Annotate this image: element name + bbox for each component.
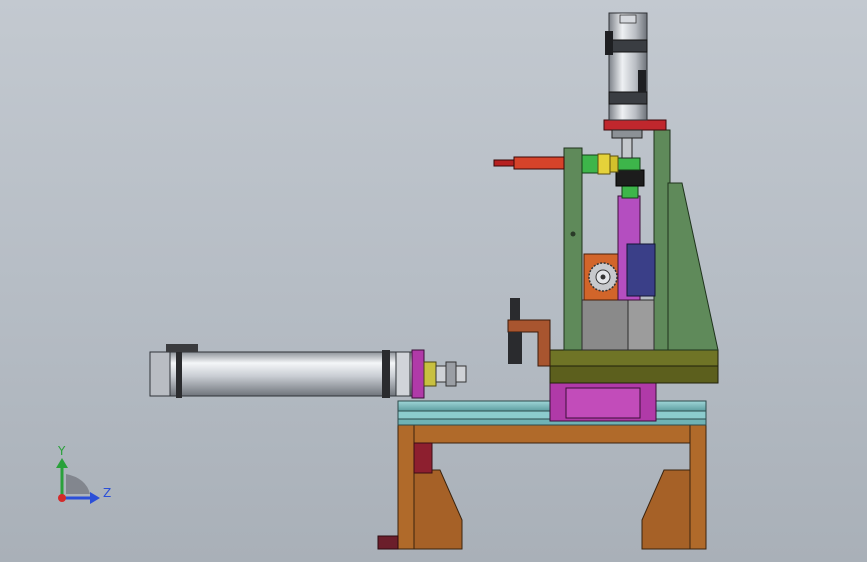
triad-arc bbox=[66, 474, 90, 494]
support-gusset[interactable] bbox=[667, 182, 719, 351]
triad-z-arrow bbox=[90, 492, 100, 504]
cad-viewport[interactable]: Y Z bbox=[0, 0, 867, 562]
shaft-coupling[interactable] bbox=[581, 153, 619, 175]
horizontal-cylinder[interactable] bbox=[149, 344, 467, 399]
connector-stack[interactable] bbox=[615, 157, 645, 199]
gear-drive[interactable] bbox=[583, 253, 621, 301]
triad-z-label: Z bbox=[103, 486, 111, 500]
triad-y-label: Y bbox=[57, 444, 66, 458]
base-plate[interactable] bbox=[549, 349, 719, 384]
top-servo-motor[interactable] bbox=[605, 12, 648, 121]
coordinate-triad: Y Z bbox=[56, 444, 111, 504]
base-frame[interactable] bbox=[377, 424, 707, 550]
sliding-carriage[interactable] bbox=[549, 382, 657, 422]
center-block[interactable] bbox=[581, 299, 655, 351]
triad-x-origin bbox=[58, 494, 66, 502]
side-clamp-bracket[interactable] bbox=[507, 298, 551, 367]
red-push-rod[interactable] bbox=[493, 156, 565, 170]
vertical-slide[interactable] bbox=[617, 195, 656, 301]
triad-y-arrow bbox=[56, 458, 68, 468]
